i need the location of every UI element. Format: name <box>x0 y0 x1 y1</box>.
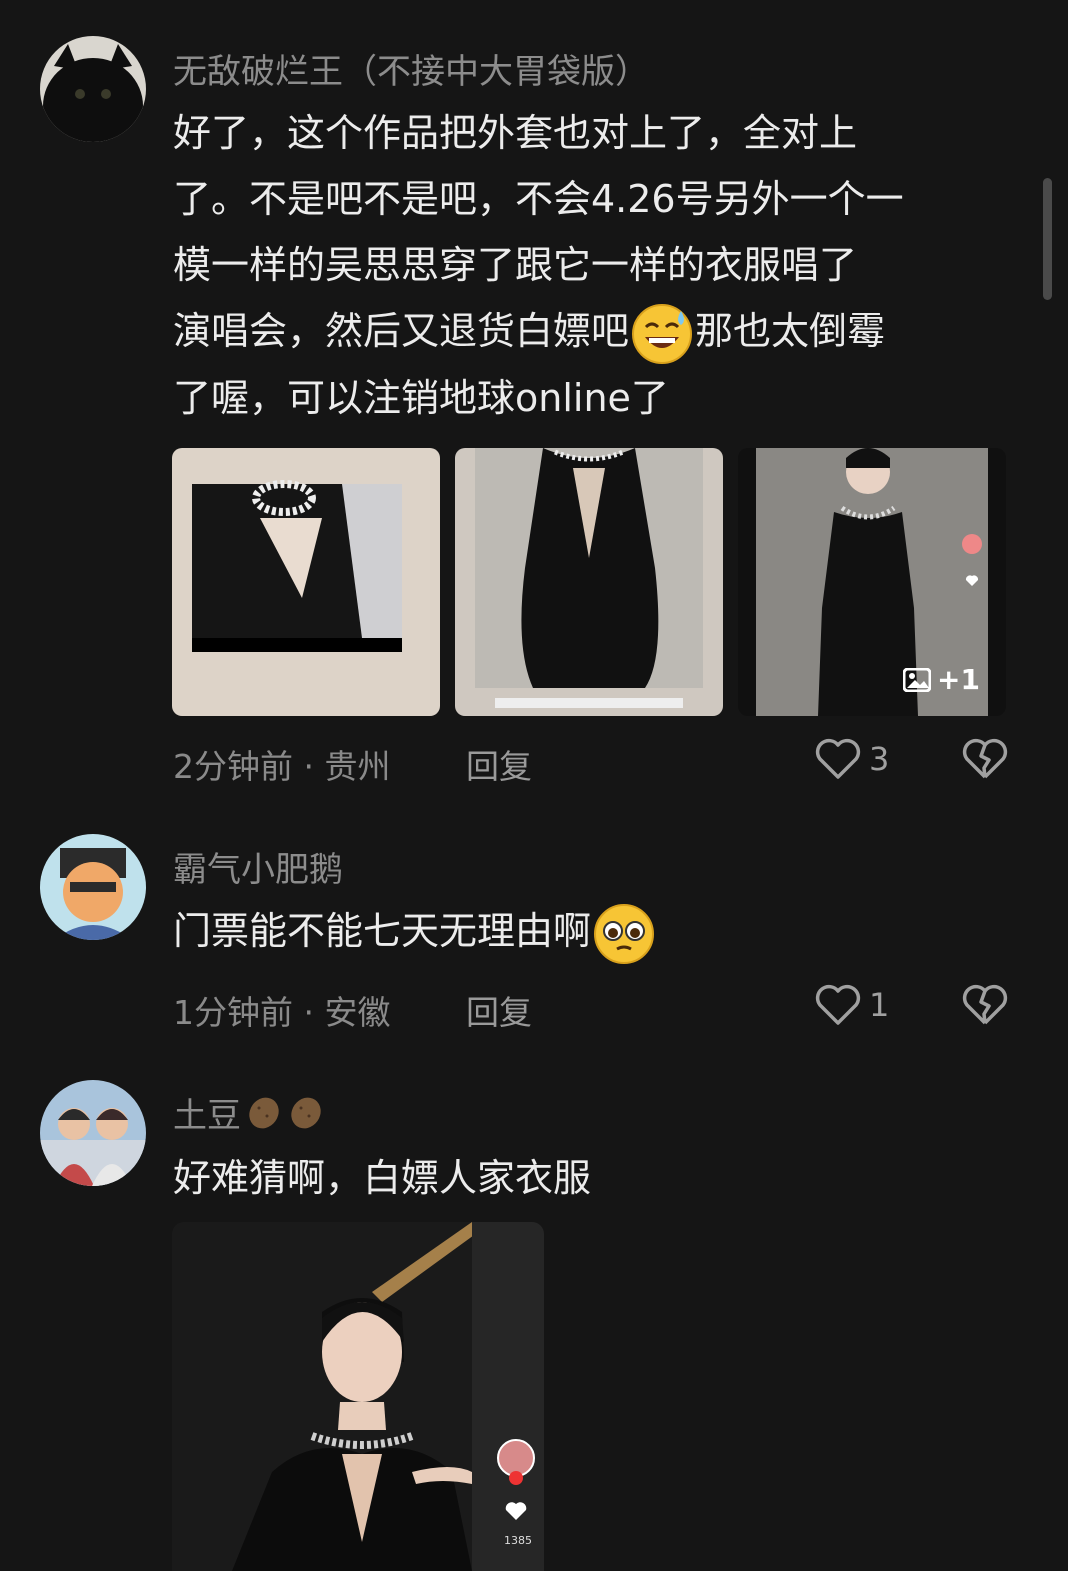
username[interactable]: 土豆 <box>173 1088 325 1137</box>
broken-heart-icon <box>962 984 1008 1025</box>
username[interactable]: 霸气小肥鹅 <box>173 842 343 891</box>
comment-image[interactable] <box>172 448 440 716</box>
pleading-emoji <box>594 903 655 964</box>
potato-icon <box>291 1097 321 1128</box>
comment-line: 好了，这个作品把外套也对上了，全对上 <box>173 111 858 155</box>
reply-button[interactable]: 回复 <box>466 740 532 788</box>
dislike-button[interactable] <box>962 738 1008 784</box>
username-text: 土豆 <box>173 1096 241 1136</box>
grin-sweat-emoji <box>632 303 693 364</box>
comment-text: 门票能不能七天无理由啊 <box>173 898 1033 965</box>
potato-icon <box>249 1097 279 1128</box>
gallery-icon <box>903 667 932 692</box>
comment-text: 好了，这个作品把外套也对上了，全对上 了。不是吧不是吧，不会4.26号另外一个一… <box>173 100 1033 431</box>
comment-meta: 1分钟前 · 安徽 <box>173 993 391 1032</box>
like-button[interactable]: 3 <box>815 738 889 780</box>
more-images-badge[interactable]: +1 <box>903 663 980 696</box>
heart-icon <box>815 984 861 1025</box>
scrollbar[interactable] <box>1043 178 1052 300</box>
comment-meta: 2分钟前 · 贵州 <box>173 747 391 786</box>
comment-line: 了。不是吧不是吧，不会4.26号另外一个一 <box>173 177 904 221</box>
comment-line: 演唱会，然后又退货白嫖吧 那也太倒霉 <box>173 298 1033 365</box>
heart-icon <box>815 738 861 779</box>
comment-line: 模一样的吴思思穿了跟它一样的衣服唱了 <box>173 243 858 287</box>
more-images-count: +1 <box>937 663 980 696</box>
comment-segment: 门票能不能七天无理由啊 <box>173 909 592 953</box>
video-like-count: 1385 <box>504 1534 532 1547</box>
dislike-button[interactable] <box>962 984 1008 1030</box>
comment-text: 好难猜啊，白嫖人家衣服 <box>173 1156 592 1200</box>
comment-line: 了喔，可以注销地球online了 <box>173 375 669 420</box>
avatar[interactable] <box>40 1080 146 1186</box>
username[interactable]: 无敌破烂王（不接中大胃袋版） <box>173 44 649 93</box>
like-button[interactable]: 1 <box>815 984 889 1026</box>
like-count: 1 <box>869 986 890 1024</box>
comment-segment: 那也太倒霉 <box>695 309 886 353</box>
comment-image[interactable]: +1 <box>738 448 1006 716</box>
broken-heart-icon <box>962 738 1008 779</box>
comment-segment: 演唱会，然后又退货白嫖吧 <box>173 309 630 353</box>
reply-button[interactable]: 回复 <box>466 986 532 1034</box>
comment-image[interactable]: 1385 <box>172 1222 544 1571</box>
avatar[interactable] <box>40 834 146 940</box>
like-count: 3 <box>869 740 890 778</box>
avatar[interactable] <box>40 36 146 142</box>
comment-image[interactable] <box>455 448 723 716</box>
